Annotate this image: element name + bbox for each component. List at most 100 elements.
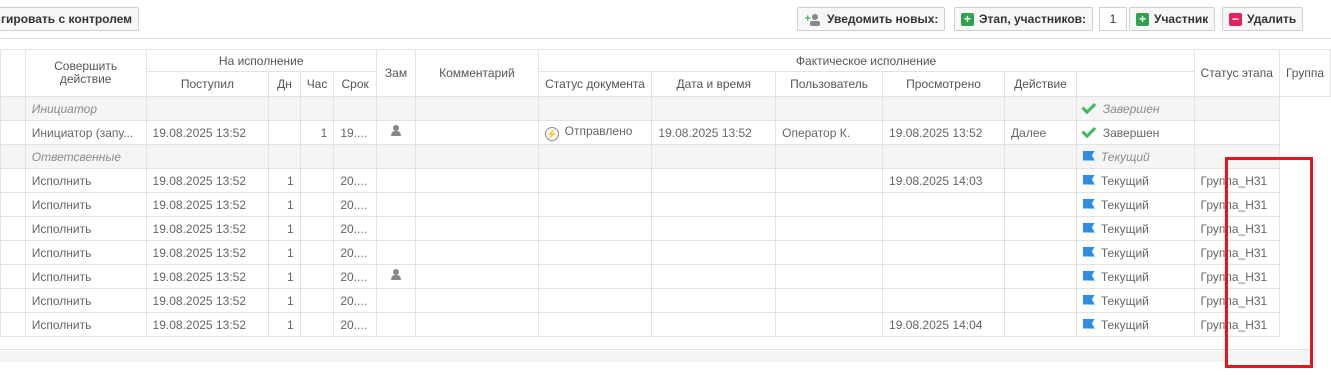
flag-icon	[1083, 151, 1095, 162]
received-cell: 19.08.2025 13:52	[145, 168, 270, 193]
group-label: Инициатор	[24, 96, 147, 121]
column-header-datetime[interactable]: Дата и время	[651, 71, 777, 97]
deputy-cell	[375, 168, 417, 193]
column-header-hours[interactable]: Час	[299, 71, 335, 97]
column-header-days[interactable]: Дн	[268, 71, 301, 97]
deputy-cell	[375, 264, 417, 289]
table-row[interactable]: Исполнить 19.08.2025 13:52 1 20.... Теку…	[0, 264, 1331, 289]
received-cell: 19.08.2025 13:52	[145, 264, 270, 289]
comment-cell	[415, 216, 539, 241]
action-result-cell	[1004, 216, 1077, 241]
viewed-cell: 19.08.2025 14:03	[882, 168, 1006, 193]
column-header-viewed[interactable]: Просмотрено	[882, 71, 1006, 97]
column-header-deadline[interactable]: Срок	[333, 71, 377, 97]
viewed-cell	[882, 192, 1006, 217]
notify-new-button[interactable]: + Уведомить новых:	[797, 7, 946, 31]
toolbar: гировать с контролем + Уведомить новых: …	[0, 0, 1331, 39]
stage-status-cell: Текущий	[1075, 312, 1195, 337]
action-cell: Исполнить	[24, 264, 147, 289]
table-row[interactable]: Инициатор (запу... 19.08.2025 13:52 1 19…	[0, 120, 1331, 145]
stage-status-cell: Текущий	[1075, 240, 1195, 265]
person-icon[interactable]	[390, 125, 402, 137]
comment-cell	[415, 264, 539, 289]
column-header-deputy[interactable]: Зам	[375, 49, 417, 97]
action-result-cell	[1004, 192, 1077, 217]
action-cell: Исполнить	[24, 216, 147, 241]
table-row[interactable]: Исполнить 19.08.2025 13:52 1 20.... Теку…	[0, 216, 1331, 241]
days-cell: 1	[268, 288, 301, 313]
hours-cell	[299, 192, 335, 217]
delete-button[interactable]: − Удалить	[1222, 7, 1304, 31]
user-cell: Оператор К.	[775, 120, 884, 145]
hours-cell	[299, 216, 335, 241]
action-result-cell	[1004, 264, 1077, 289]
column-header-stage-status[interactable]: Статус этапа	[1193, 49, 1280, 97]
datetime-cell	[651, 264, 777, 289]
deadline-cell: 19....	[333, 120, 377, 145]
viewed-cell	[882, 264, 1006, 289]
hours-cell	[299, 288, 335, 313]
add-user-icon: +	[804, 13, 822, 26]
route-with-control-button[interactable]: гировать с контролем	[0, 7, 140, 31]
doc-status-cell	[537, 216, 653, 241]
table-row[interactable]: Исполнить 19.08.2025 13:52 1 20.... Теку…	[0, 288, 1331, 313]
column-header-perform-action[interactable]: Совершить действие	[24, 49, 147, 97]
stage-participants-button[interactable]: + Этап, участников:	[954, 7, 1094, 31]
table-row[interactable]: Исполнить 19.08.2025 13:52 1 20.... Теку…	[0, 240, 1331, 265]
flag-icon	[1083, 295, 1095, 306]
user-cell	[775, 216, 884, 241]
add-participant-button[interactable]: + Участник	[1129, 7, 1216, 31]
deadline-cell: 20....	[333, 168, 377, 193]
column-group-execution: На исполнение	[145, 49, 377, 72]
viewed-cell: 19.08.2025 14:04	[882, 312, 1006, 337]
datetime-cell	[651, 216, 777, 241]
action-cell: Исполнить	[24, 240, 147, 265]
deadline-cell: 20....	[333, 240, 377, 265]
table-row[interactable]: Исполнить 19.08.2025 13:52 1 20.... Теку…	[0, 192, 1331, 217]
table-row[interactable]: Исполнить 19.08.2025 13:52 1 20.... 19.0…	[0, 168, 1331, 193]
table-row[interactable]: Исполнить 19.08.2025 13:52 1 20.... 19.0…	[0, 312, 1331, 337]
table-group-row[interactable]: Ответсвенные Текущий	[0, 144, 1331, 169]
table-footer	[0, 349, 1313, 362]
participants-count-input[interactable]: 1	[1099, 7, 1127, 31]
comment-cell	[415, 168, 539, 193]
flag-icon	[1083, 319, 1095, 330]
stage-status-cell: Текущий	[1075, 264, 1195, 289]
add-participant-label: Участник	[1154, 12, 1209, 26]
action-result-cell: Далее	[1004, 120, 1077, 145]
comment-cell	[415, 288, 539, 313]
column-header-received[interactable]: Поступил	[145, 71, 270, 97]
column-header-doc-status[interactable]: Статус документа	[537, 71, 653, 97]
deadline-cell: 20....	[333, 192, 377, 217]
action-cell: Исполнить	[24, 192, 147, 217]
comment-cell	[415, 240, 539, 265]
action-cell: Исполнить	[24, 312, 147, 337]
table-group-row[interactable]: Инициатор Завершен	[0, 96, 1331, 121]
user-cell	[775, 192, 884, 217]
user-cell	[775, 312, 884, 337]
column-header-blank	[0, 49, 26, 97]
datetime-cell	[651, 168, 777, 193]
column-header-group[interactable]: Группа	[1278, 49, 1331, 97]
deputy-cell	[375, 288, 417, 313]
days-cell: 1	[268, 216, 301, 241]
days-cell: 1	[268, 312, 301, 337]
stage-status-cell: Текущий	[1075, 144, 1195, 169]
action-result-cell	[1004, 168, 1077, 193]
column-header-user[interactable]: Пользователь	[775, 71, 884, 97]
hours-cell	[299, 312, 335, 337]
doc-status-cell	[537, 288, 653, 313]
user-cell	[775, 264, 884, 289]
received-cell: 19.08.2025 13:52	[145, 192, 270, 217]
comment-cell	[415, 312, 539, 337]
datetime-cell	[651, 312, 777, 337]
person-icon[interactable]	[390, 269, 402, 281]
deadline-cell: 20....	[333, 288, 377, 313]
viewed-cell	[882, 240, 1006, 265]
datetime-cell	[651, 240, 777, 265]
group-cell	[1193, 120, 1280, 145]
column-header-comment[interactable]: Комментарий	[415, 49, 539, 97]
column-header-action[interactable]: Действие	[1004, 71, 1077, 97]
received-cell: 19.08.2025 13:52	[145, 216, 270, 241]
notify-new-label: Уведомить новых:	[827, 12, 939, 26]
